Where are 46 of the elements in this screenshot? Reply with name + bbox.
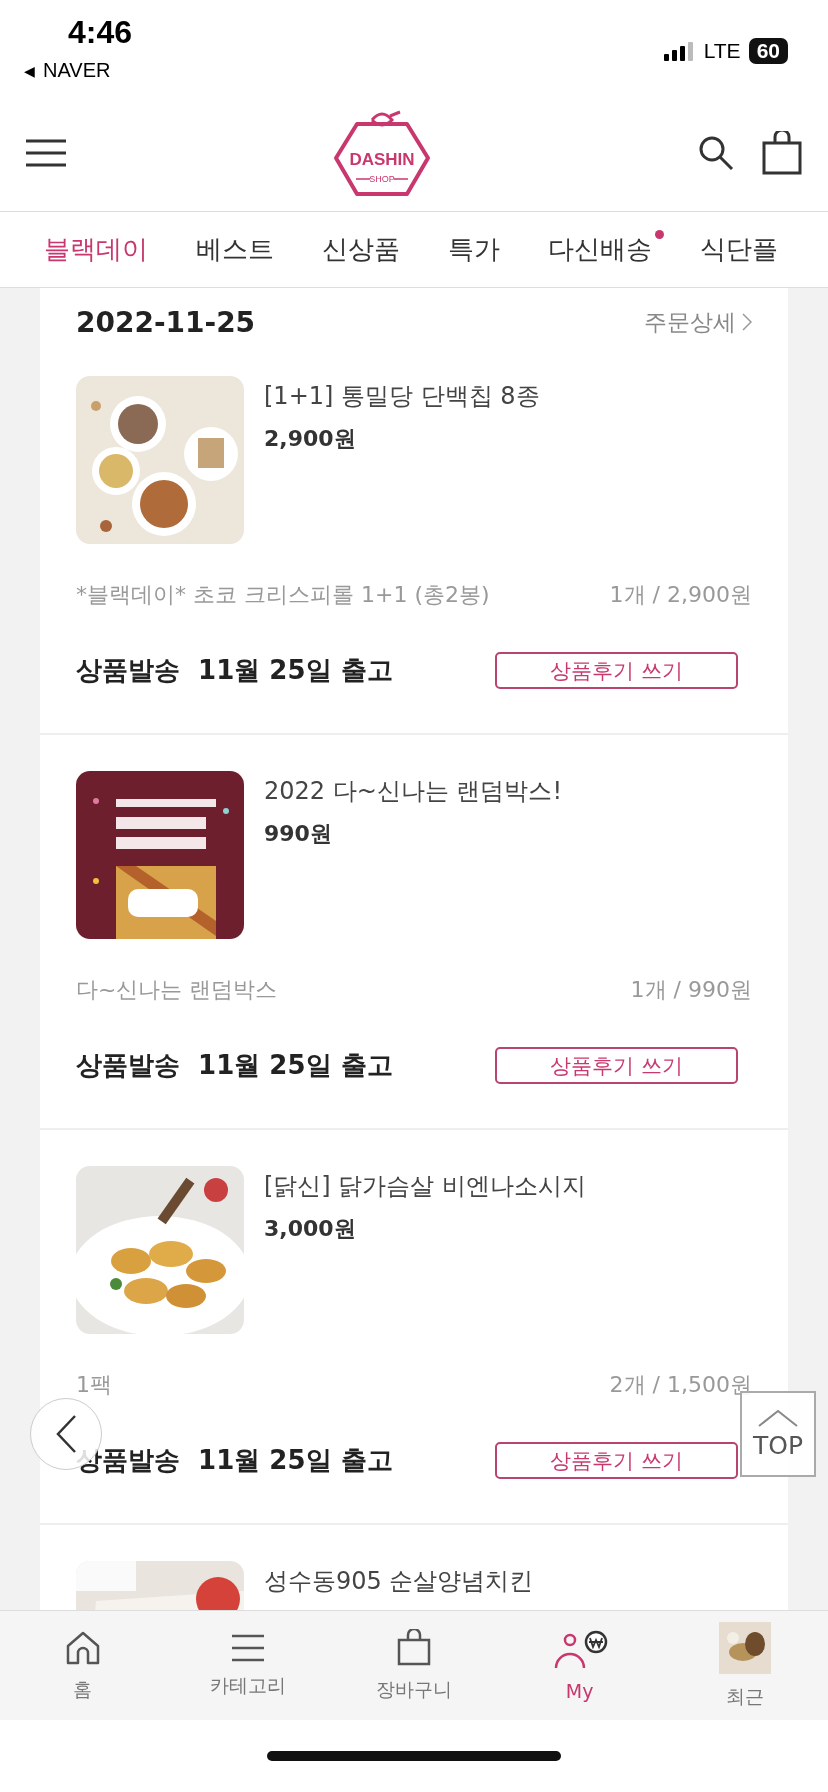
scroll-top-button[interactable]: TOP xyxy=(740,1391,816,1477)
category-tab[interactable]: 신상품 xyxy=(322,232,400,267)
chevron-icon xyxy=(742,313,752,331)
quantity-price: 1개 / 2,900원 xyxy=(609,581,752,609)
product-option: *블랙데이* 초코 크리스피롤 1+1 (총2봉) xyxy=(76,580,490,610)
bag-icon xyxy=(396,1628,432,1667)
write-review-button[interactable]: 상품후기 쓰기 xyxy=(495,1442,738,1479)
write-review-button[interactable]: 상품후기 쓰기 xyxy=(495,652,738,689)
back-app-link[interactable]: NAVER xyxy=(43,59,111,82)
category-tab[interactable]: 베스트 xyxy=(196,232,274,267)
shipping-status: 상품발송 11월 25일 출고 xyxy=(76,654,393,687)
product-option: 다~신나는 랜덤박스 xyxy=(76,975,278,1005)
product-price: 990원 xyxy=(264,820,333,848)
category-tab[interactable]: 특가 xyxy=(448,232,500,267)
battery-level: 60 xyxy=(748,38,788,64)
product-name[interactable]: [닭신] 닭가슴살 비엔나소시지 xyxy=(264,1170,586,1202)
network-label: LTE xyxy=(703,39,741,63)
order-date: 2022-11-25 xyxy=(76,305,256,339)
nav-tab[interactable]: 홈 xyxy=(0,1628,166,1703)
product-name[interactable]: 성수동905 순살양념치킨 xyxy=(264,1565,534,1597)
category-tab[interactable]: 식단플 xyxy=(700,232,778,267)
category-tab[interactable]: 다신배송 xyxy=(548,232,652,267)
menu-icon xyxy=(230,1632,267,1663)
product-name[interactable]: 2022 다~신나는 랜덤박스! xyxy=(264,775,563,807)
product-price: 2,900원 xyxy=(264,425,357,453)
back-icon xyxy=(55,1414,77,1454)
quantity-price: 1개 / 990원 xyxy=(630,976,752,1004)
category-tab[interactable]: 블랙데이 xyxy=(44,232,148,267)
nav-tab[interactable]: 카테고리 xyxy=(165,1632,332,1699)
signal-icon xyxy=(663,41,696,61)
chevron-up-icon xyxy=(758,1408,798,1427)
nav-tab[interactable]: 장바구니 xyxy=(331,1628,497,1703)
shipping-status: 상품발송 11월 25일 출고 xyxy=(76,1049,393,1082)
nav-tab[interactable]: My xyxy=(496,1629,663,1702)
back-arrow[interactable]: ◀ xyxy=(24,62,35,79)
product-option: 1팩 xyxy=(76,1370,112,1400)
menu-icon[interactable] xyxy=(26,138,66,168)
shipping-status: 상품발송 11월 25일 출고 xyxy=(76,1444,393,1477)
bag-icon[interactable] xyxy=(762,131,802,175)
write-review-button[interactable]: 상품후기 쓰기 xyxy=(495,1047,738,1084)
search-icon[interactable] xyxy=(698,135,734,171)
clock: 4:46 xyxy=(68,14,133,51)
product-name[interactable]: [1+1] 통밀당 단백칩 8종 xyxy=(264,380,540,412)
nav-tab[interactable]: 최근 xyxy=(662,1621,828,1710)
order-detail-link[interactable]: 주문상세 xyxy=(644,306,752,338)
product-price: 3,000원 xyxy=(264,1215,357,1243)
